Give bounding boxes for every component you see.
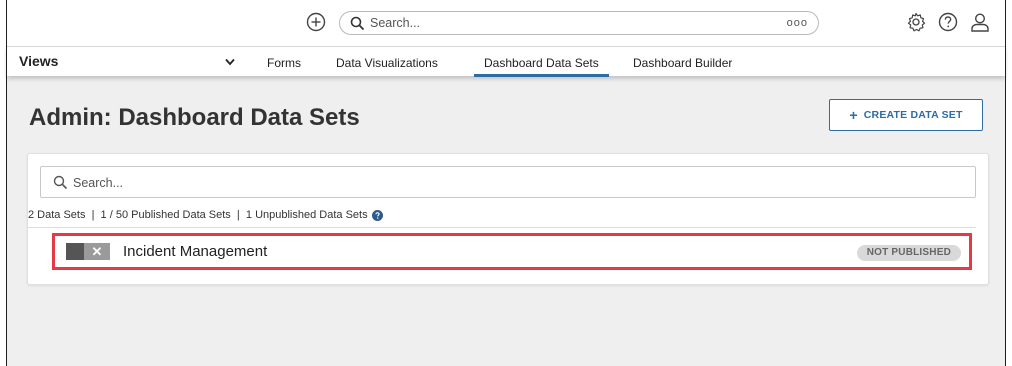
- tab-data-visualizations-label: Data Visualizations: [336, 56, 438, 70]
- data-sets-search[interactable]: [40, 166, 976, 198]
- create-data-set-button[interactable]: + CREATE DATA SET: [829, 99, 983, 131]
- divider: [28, 227, 976, 228]
- info-icon[interactable]: [371, 209, 383, 221]
- tab-dashboard-data-sets-label: Dashboard Data Sets: [484, 56, 599, 70]
- publish-toggle[interactable]: ✕: [66, 243, 110, 260]
- nav-bar: Views Forms Data Visualizations Dashboar…: [7, 46, 1005, 77]
- chevron-down-icon: [225, 58, 235, 66]
- search-icon: [53, 175, 68, 190]
- top-bar: Search... ooo: [7, 0, 1005, 46]
- tab-dashboard-builder-label: Dashboard Builder: [633, 56, 733, 70]
- app-frame: Search... ooo Views Forms Data Visualiza…: [6, 0, 1006, 366]
- page-title: Admin: Dashboard Data Sets: [29, 104, 360, 131]
- views-label: Views: [19, 53, 59, 69]
- search-icon: [350, 16, 365, 31]
- data-sets-summary: 2 Data Sets | 1 / 50 Published Data Sets…: [28, 209, 383, 221]
- toggle-knob: [66, 243, 84, 260]
- data-sets-card: 2 Data Sets | 1 / 50 Published Data Sets…: [27, 153, 989, 285]
- create-data-set-label: CREATE DATA SET: [863, 109, 963, 121]
- tab-forms[interactable]: Forms: [267, 47, 301, 76]
- close-icon: ✕: [84, 243, 110, 260]
- search-options-icon[interactable]: ooo: [787, 17, 808, 29]
- data-sets-summary-text: 2 Data Sets | 1 / 50 Published Data Sets…: [28, 209, 368, 221]
- list-item[interactable]: ✕ Incident Management NOT PUBLISHED: [52, 233, 972, 270]
- user-icon[interactable]: [969, 11, 991, 33]
- views-dropdown[interactable]: Views: [7, 47, 247, 76]
- data-set-name[interactable]: Incident Management: [123, 243, 267, 260]
- active-tab-indicator: [474, 74, 609, 77]
- tab-forms-label: Forms: [267, 56, 301, 70]
- tab-data-visualizations[interactable]: Data Visualizations: [336, 47, 438, 76]
- tab-dashboard-data-sets[interactable]: Dashboard Data Sets: [474, 47, 609, 77]
- help-circle-icon[interactable]: [937, 11, 959, 33]
- global-search-placeholder: Search...: [370, 16, 421, 30]
- status-badge: NOT PUBLISHED: [856, 245, 961, 261]
- add-icon[interactable]: [305, 11, 327, 33]
- tab-dashboard-builder[interactable]: Dashboard Builder: [633, 47, 732, 76]
- data-sets-search-input[interactable]: [73, 173, 953, 193]
- gear-icon[interactable]: [905, 11, 927, 33]
- topbar-actions: [905, 11, 991, 33]
- global-search-field[interactable]: Search... ooo: [339, 11, 819, 35]
- plus-icon: +: [849, 107, 858, 123]
